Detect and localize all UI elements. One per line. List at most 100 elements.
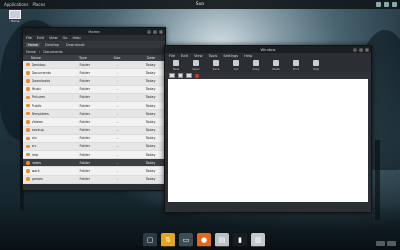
col-name[interactable]: Name [23, 56, 79, 60]
table-row[interactable]: Desktop Folder - Today [23, 61, 165, 70]
app-content-area[interactable] [168, 79, 368, 202]
menu-file[interactable]: File [169, 54, 175, 58]
table-row[interactable]: work Folder - Today [23, 167, 165, 176]
breadcrumb-documents[interactable]: Documents [43, 50, 62, 54]
checkbox[interactable] [169, 72, 175, 79]
folder-icon [26, 71, 30, 75]
menu-file[interactable]: File [26, 36, 32, 40]
transfer-app-icon[interactable]: ⇅ [161, 233, 175, 247]
copy-icon [253, 60, 259, 67]
cell-date: Today [145, 169, 156, 174]
toolbar-button-help[interactable]: Help [309, 60, 323, 71]
tab-downloads[interactable]: Downloads [64, 43, 87, 47]
file-manager-titlebar[interactable]: Home – □ × [23, 28, 165, 35]
toolbar-label: Paste [272, 66, 280, 71]
menu-tools[interactable]: Tools [209, 54, 218, 58]
menu-edit[interactable]: Edit [181, 54, 188, 58]
table-row[interactable]: Downloads Folder - Today [23, 77, 165, 86]
cell-name: Public [31, 103, 42, 108]
cell-name: bin [31, 136, 37, 141]
file-manager-tabs: Home Desktop Downloads [23, 41, 165, 48]
cell-date: Today [145, 177, 156, 182]
cell-name: Pictures [31, 95, 45, 100]
tab-home[interactable]: Home [26, 42, 41, 47]
toolbar-button-save[interactable]: Save [209, 60, 223, 71]
menu-view[interactable]: View [194, 54, 203, 58]
close-icon[interactable]: × [159, 29, 163, 34]
file-manager-window: Home – □ × File Edit View Go Help Home D… [22, 27, 166, 191]
archive-app-icon[interactable]: ▥ [251, 233, 265, 247]
applications-menu[interactable]: Applications [4, 2, 28, 7]
desktop-app-icon[interactable]: ▢ [143, 233, 157, 247]
bottom-bar [0, 246, 400, 250]
power-icon[interactable] [392, 2, 397, 7]
toolbar-button-copy[interactable]: Copy [249, 60, 263, 71]
table-row[interactable]: backup Folder - Today [23, 126, 165, 135]
menu-help[interactable]: Help [73, 36, 81, 40]
table-row[interactable]: bin Folder - Today [23, 135, 165, 143]
folder-icon [26, 103, 30, 108]
app-window-titlebar[interactable]: Window – □ × [165, 46, 371, 53]
files-app-icon[interactable]: ▤ [215, 233, 229, 247]
toolbar-button-open[interactable]: Open [189, 60, 203, 71]
toolbar-label: Help [312, 66, 320, 71]
cell-date: Today [145, 160, 156, 165]
menu-edit[interactable]: Edit [37, 36, 44, 40]
table-row[interactable]: src Folder - Today [23, 142, 165, 152]
minimize-icon[interactable]: – [147, 29, 151, 34]
cell-type: Folder [79, 119, 90, 124]
toolbar-button-paste[interactable]: Paste [269, 60, 283, 71]
maximize-icon[interactable]: □ [359, 47, 363, 52]
window-title: Home [88, 29, 100, 34]
table-row[interactable]: Public Folder - Today [23, 102, 165, 111]
menu-go[interactable]: Go [63, 36, 68, 40]
clock[interactable]: Sun [196, 2, 205, 7]
cell-date: Today [145, 128, 156, 133]
col-type[interactable]: Type [79, 56, 109, 60]
checkbox[interactable] [186, 72, 192, 79]
menu-help[interactable]: Help [244, 54, 252, 58]
tab-desktop[interactable]: Desktop [43, 43, 61, 47]
col-size[interactable]: Size [109, 56, 125, 60]
stop-icon[interactable] [194, 73, 199, 78]
toolbar-button-cut[interactable]: Cut [229, 60, 243, 71]
cell-name: games [31, 177, 43, 182]
col-date[interactable]: Date [125, 56, 158, 60]
cell-type: Folder [79, 169, 90, 174]
find-icon [293, 60, 299, 67]
breadcrumb-home[interactable]: Home [26, 50, 36, 54]
table-row[interactable]: tmp Folder - Today [23, 151, 165, 160]
cell-date: Today [145, 78, 156, 83]
cell-type: Folder [79, 103, 90, 108]
terminal-window-app-icon[interactable]: ▭ [179, 233, 193, 247]
table-row[interactable]: Templates Folder - Today [23, 110, 165, 119]
menu-view[interactable]: View [49, 36, 58, 40]
table-row[interactable]: Videos Folder - Today [23, 118, 165, 127]
terminal-app-icon[interactable]: ▮ [233, 233, 247, 247]
volume-icon[interactable] [384, 2, 389, 7]
table-row[interactable]: Pictures Folder - Today [23, 93, 165, 102]
table-row[interactable]: Music Folder - Today [23, 86, 165, 94]
toolbar-button-find[interactable]: Find [289, 60, 303, 71]
maximize-icon[interactable]: □ [153, 29, 157, 34]
save-icon [213, 60, 219, 67]
table-row[interactable]: notes Folder - Today [23, 159, 165, 168]
cell-date: Today [145, 103, 156, 108]
checkbox[interactable] [177, 72, 183, 79]
folder-icon [26, 111, 30, 116]
toolbar-button-new[interactable]: New [169, 60, 183, 71]
table-row[interactable]: games Folder - Today [23, 175, 165, 184]
places-menu[interactable]: Places [32, 2, 45, 7]
desktop-home-icon[interactable]: Home [8, 10, 22, 23]
firefox-app-icon[interactable]: ● [197, 233, 211, 247]
dock: ▢ ⇅ ▭ ● ▤ ▮ ▥ [130, 230, 278, 247]
table-row[interactable]: Documents Folder - Today [23, 69, 165, 78]
top-panel: Applications Places Sun [0, 0, 400, 9]
network-icon[interactable] [376, 2, 381, 7]
folder-icon [26, 62, 30, 67]
minimize-icon[interactable]: – [353, 47, 357, 52]
cell-size: - [116, 169, 119, 174]
close-icon[interactable]: × [365, 47, 369, 52]
cell-date: Today [145, 95, 156, 100]
menu-settings[interactable]: Settings [223, 54, 238, 58]
